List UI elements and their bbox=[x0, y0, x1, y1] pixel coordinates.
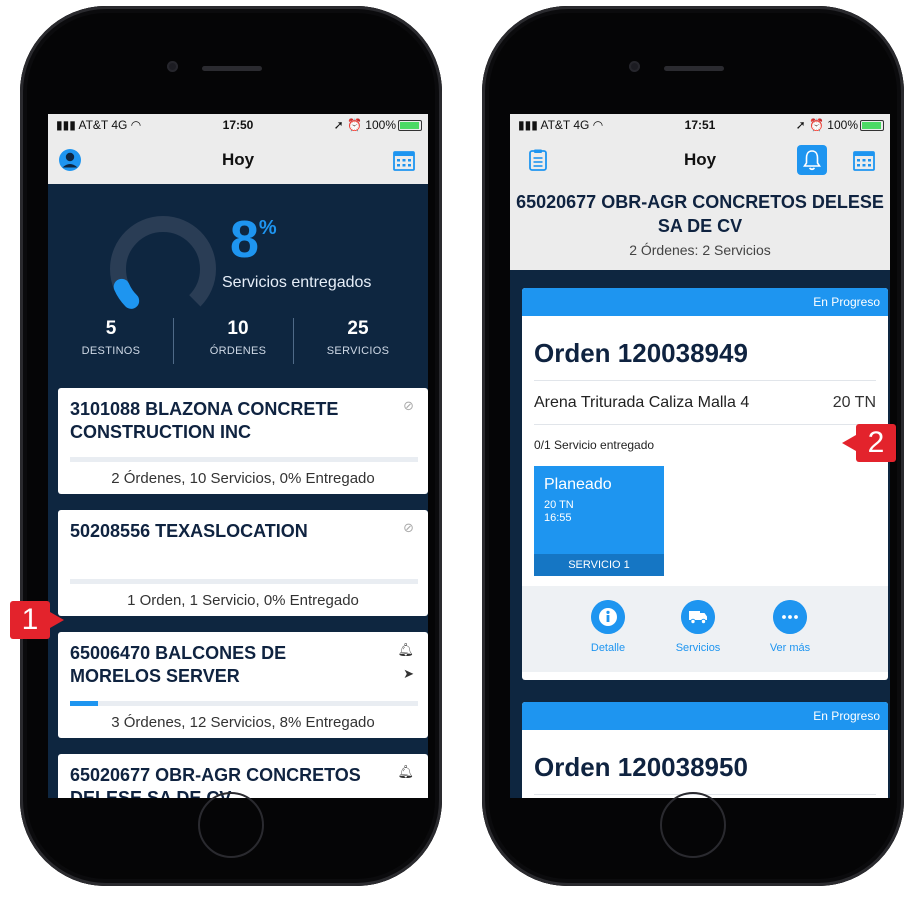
page-title: Hoy bbox=[221, 150, 255, 169]
service-tonnage: 20 TN bbox=[544, 499, 574, 511]
home-button[interactable] bbox=[660, 792, 726, 858]
bell-icon[interactable]: 🔔︎ bbox=[397, 764, 414, 780]
orders-summary: 2 Órdenes: 2 Servicios bbox=[629, 242, 771, 258]
calendar-icon[interactable] bbox=[852, 148, 876, 172]
destination-card[interactable]: 65006470 BALCONES DE MORELOS SERVER 🔔︎ ➤… bbox=[58, 632, 428, 738]
delivered-count: 0/1 Servicio entregado bbox=[534, 438, 655, 452]
order-title: Orden 120038950 bbox=[534, 752, 748, 782]
earpiece-speaker bbox=[664, 66, 724, 71]
divider bbox=[534, 424, 876, 425]
status-bar: ▮▮▮ AT&T 4G ◠ 17:50 ➚ ⏰ 100% bbox=[48, 114, 428, 136]
navigation-arrow-icon[interactable]: ➤ bbox=[403, 666, 414, 682]
destination-summary: 1 Orden, 1 Servicio, 0% Entregado bbox=[127, 592, 359, 609]
stat-destinos: 5 DESTINOS bbox=[81, 318, 141, 357]
truck-icon bbox=[681, 600, 715, 634]
stat-servicios: 25 SERVICIOS bbox=[326, 318, 390, 357]
service-label: SERVICIO 1 bbox=[534, 554, 664, 576]
destination-summary: 2 Órdenes, 10 Servicios, 0% Entregado bbox=[111, 470, 375, 487]
location-icon: ➚ bbox=[333, 118, 348, 132]
product-name: Arena Triturada Caliza Malla 4 bbox=[534, 394, 750, 411]
battery-percent: 100% bbox=[827, 118, 858, 132]
alarm-icon: ⏰ bbox=[809, 118, 828, 132]
destination-card[interactable]: 3101088 BLAZONA CONCRETE CONSTRUCTION IN… bbox=[58, 388, 428, 494]
order-status: En Progreso bbox=[522, 288, 888, 316]
callout-marker-2: 2 bbox=[842, 424, 896, 462]
muted-bell-icon[interactable]: ⊘ bbox=[403, 398, 414, 414]
bell-icon[interactable]: 🔔︎ bbox=[397, 642, 414, 658]
product-quantity: 20 TN bbox=[832, 394, 876, 411]
nav-bar: Hoy bbox=[510, 136, 890, 184]
battery-icon bbox=[860, 120, 884, 132]
destination-progress bbox=[70, 579, 418, 584]
battery-percent: 100% bbox=[365, 118, 396, 132]
more-button[interactable]: Ver más bbox=[750, 600, 830, 654]
destination-progress bbox=[70, 457, 418, 462]
order-title: Orden 120038949 bbox=[534, 338, 748, 368]
front-camera bbox=[629, 61, 640, 72]
service-state: Planeado bbox=[544, 476, 612, 493]
phone-frame-right: ▮▮▮ AT&T 4G ◠ 17:51 ➚ ⏰ 100% Hoy 6502067… bbox=[482, 6, 904, 886]
front-camera bbox=[167, 61, 178, 72]
stats-row: 5 DESTINOS 10 ÓRDENES 25 SERVICIOS bbox=[48, 318, 428, 372]
calendar-icon[interactable] bbox=[392, 148, 416, 172]
destination-card[interactable]: 50208556 TEXASLOCATION ⊘ 1 Orden, 1 Serv… bbox=[58, 510, 428, 616]
service-time: 16:55 bbox=[544, 512, 572, 524]
destination-progress bbox=[70, 701, 418, 706]
delivered-percent: 8% bbox=[230, 211, 277, 269]
order-card[interactable]: En Progreso Orden 120038950 bbox=[522, 702, 888, 798]
service-tile[interactable]: Planeado 20 TN 16:55 SERVICIO 1 bbox=[534, 466, 664, 576]
divider bbox=[534, 380, 876, 381]
muted-bell-icon[interactable]: ⊘ bbox=[403, 520, 414, 536]
stat-divider bbox=[293, 318, 294, 364]
destination-name: 50208556 TEXASLOCATION bbox=[70, 521, 308, 541]
destination-card[interactable]: 65020677 OBR-AGR CONCRETOS DELESE SA DE … bbox=[58, 754, 428, 798]
detail-button[interactable]: Detalle bbox=[568, 600, 648, 654]
battery-icon bbox=[398, 120, 422, 132]
destination-summary: 3 Órdenes, 12 Servicios, 8% Entregado bbox=[111, 714, 375, 731]
more-icon bbox=[773, 600, 807, 634]
destination-header: 65020677 OBR-AGR CONCRETOS DELESE SA DE … bbox=[510, 184, 890, 270]
order-actions: Detalle Servicios Ver más bbox=[522, 586, 888, 672]
callout-marker-1: 1 bbox=[10, 601, 64, 639]
client-name: 65020677 OBR-AGR CONCRETOS DELESE SA DE … bbox=[516, 192, 884, 236]
earpiece-speaker bbox=[202, 66, 262, 71]
delivered-label: Servicios entregados bbox=[222, 274, 372, 291]
order-card[interactable]: En Progreso Orden 120038949 Arena Tritur… bbox=[522, 288, 888, 680]
location-icon: ➚ bbox=[795, 118, 810, 132]
bell-icon[interactable] bbox=[797, 145, 827, 175]
stat-ordenes: 10 ÓRDENES bbox=[209, 318, 267, 357]
order-status: En Progreso bbox=[522, 702, 888, 730]
services-button[interactable]: Servicios bbox=[658, 600, 738, 654]
info-icon bbox=[591, 600, 625, 634]
delivery-gauge bbox=[110, 216, 216, 309]
stat-divider bbox=[173, 318, 174, 364]
page-title: Hoy bbox=[683, 150, 717, 169]
nav-bar: Hoy bbox=[48, 136, 428, 184]
screen-today-destinations: ▮▮▮ AT&T 4G ◠ 17:50 ➚ ⏰ 100% Hoy 8% Serv… bbox=[48, 114, 428, 798]
phone-frame-left: ▮▮▮ AT&T 4G ◠ 17:50 ➚ ⏰ 100% Hoy 8% Serv… bbox=[20, 6, 442, 886]
destination-name: 3101088 BLAZONA CONCRETE CONSTRUCTION IN… bbox=[70, 399, 339, 442]
home-button[interactable] bbox=[198, 792, 264, 858]
destination-name: 65006470 BALCONES DE MORELOS SERVER bbox=[70, 643, 287, 686]
alarm-icon: ⏰ bbox=[347, 118, 366, 132]
screen-destination-orders: ▮▮▮ AT&T 4G ◠ 17:51 ➚ ⏰ 100% Hoy 6502067… bbox=[510, 114, 890, 798]
status-bar: ▮▮▮ AT&T 4G ◠ 17:51 ➚ ⏰ 100% bbox=[510, 114, 890, 136]
